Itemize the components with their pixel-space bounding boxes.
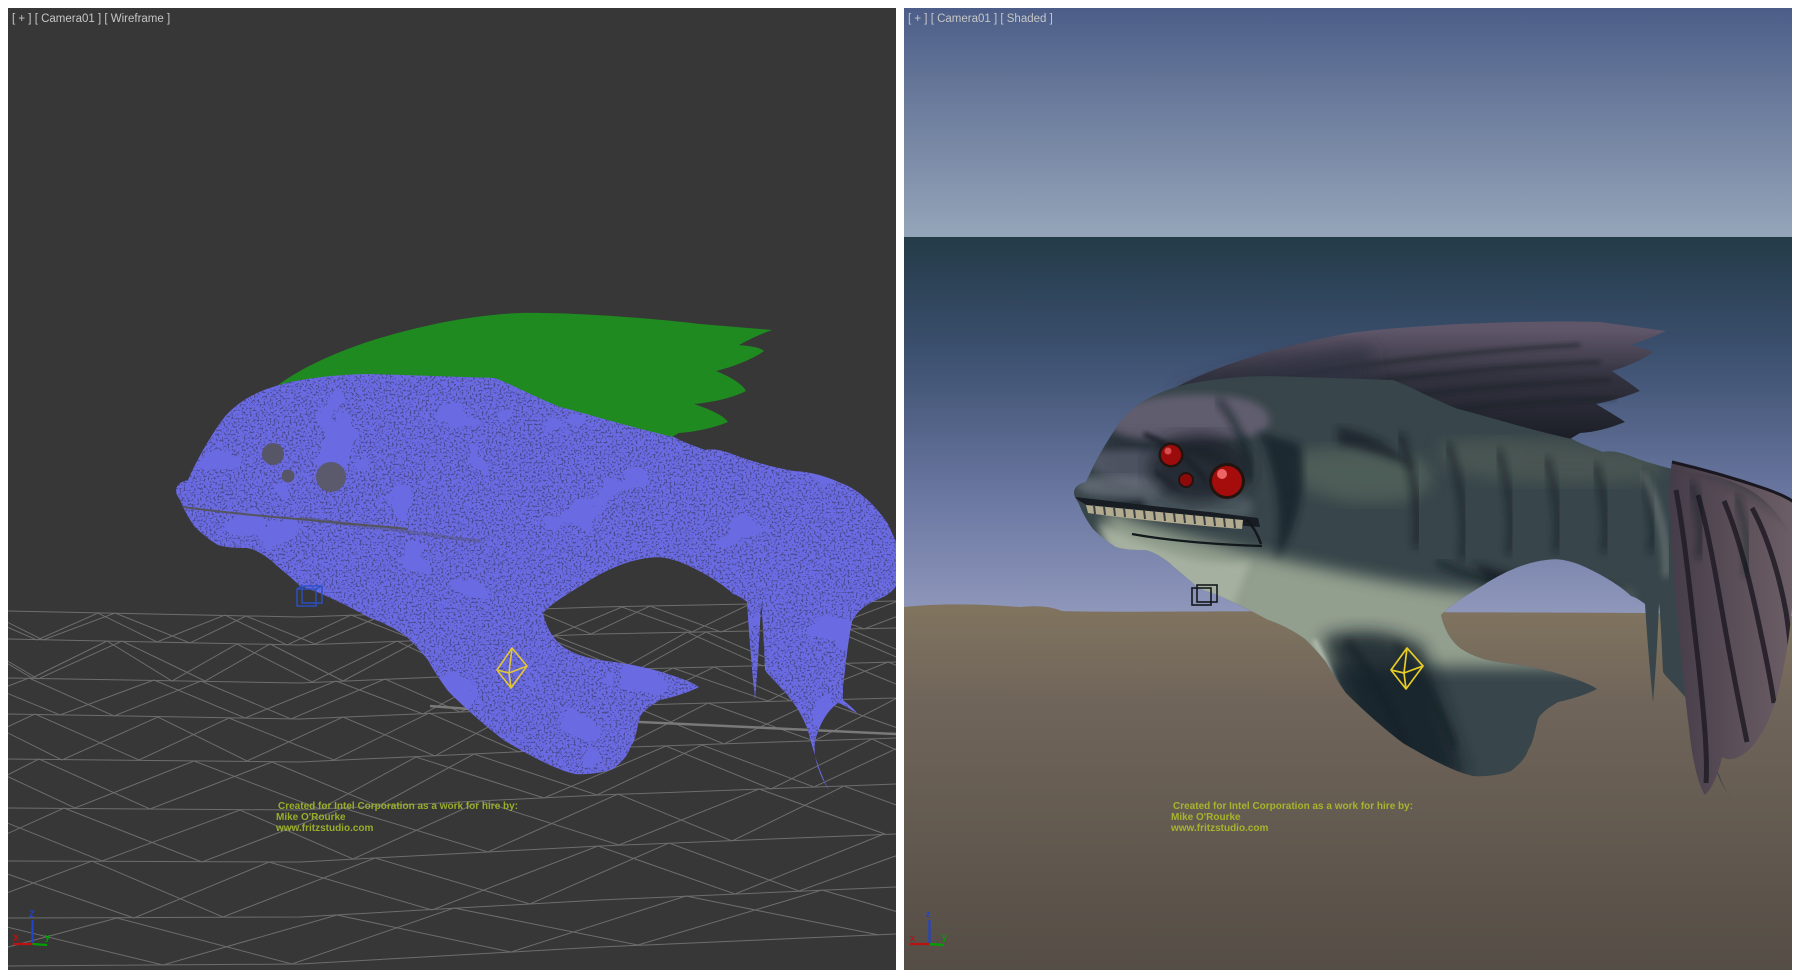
svg-text:www.fritzstudio.com: www.fritzstudio.com <box>1170 823 1269 834</box>
svg-text:www.fritzstudio.com: www.fritzstudio.com <box>275 823 374 834</box>
svg-text:Created for Intel Corporation: Created for Intel Corporation as a work … <box>278 801 518 812</box>
svg-text:x: x <box>910 933 915 943</box>
svg-text:X: X <box>13 933 19 943</box>
svg-text:Z: Z <box>29 909 35 919</box>
svg-text:z: z <box>926 909 931 919</box>
svg-text:Created for Intel Corporation: Created for Intel Corporation as a work … <box>1173 801 1413 812</box>
svg-text:[ + ] [ Camera01 ] [ Wireframe: [ + ] [ Camera01 ] [ Wireframe ] <box>12 13 170 25</box>
svg-text:y: y <box>45 932 50 942</box>
svg-text:Mike O'Rourke: Mike O'Rourke <box>1171 812 1241 823</box>
svg-text:y: y <box>942 932 947 942</box>
svg-text:Mike O'Rourke: Mike O'Rourke <box>276 812 346 823</box>
svg-text:[ + ] [ Camera01 ] [ Shaded ]: [ + ] [ Camera01 ] [ Shaded ] <box>908 13 1053 25</box>
